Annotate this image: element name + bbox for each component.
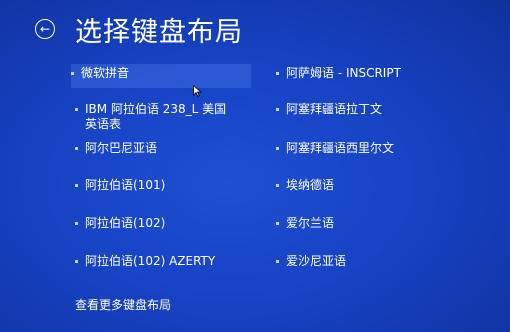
bullet-icon (75, 260, 78, 263)
bullet-icon (75, 108, 78, 111)
layout-option-azerbaijani-latin[interactable]: 阿塞拜疆语拉丁文 (276, 102, 382, 117)
option-label-group: IBM 阿拉伯语 238_L 美国 英语表 (85, 102, 226, 132)
layout-option-albanian[interactable]: 阿尔巴尼亚语 (75, 141, 157, 156)
option-label: 阿塞拜疆语拉丁文 (286, 102, 383, 116)
layout-option-estonian[interactable]: 爱沙尼亚语 (276, 254, 346, 269)
layout-option-assamese-inscript[interactable]: 阿萨姆语 - INSCRIPT (276, 66, 401, 81)
layout-option-irish[interactable]: 爱尔兰语 (276, 216, 334, 231)
bullet-icon (276, 147, 279, 150)
bullet-icon (75, 184, 78, 187)
mouse-pointer-icon (193, 85, 202, 97)
option-label: 爱沙尼亚语 (286, 254, 347, 268)
option-label: 阿拉伯语(102) (85, 216, 166, 230)
option-label: 阿尔巴尼亚语 (85, 141, 158, 155)
layout-option-azerbaijani-cyrillic[interactable]: 阿塞拜疆语西里尔文 (276, 141, 394, 156)
layout-option-microsoft-pinyin[interactable]: 微软拼音 (71, 64, 251, 88)
layout-option-ennad[interactable]: 埃纳德语 (276, 178, 334, 193)
option-label: 阿拉伯语(101) (85, 178, 166, 192)
option-label: 爱尔兰语 (286, 216, 335, 230)
option-label: 阿萨姆语 - INSCRIPT (286, 66, 401, 80)
arrow-left-icon: ← (39, 22, 51, 36)
option-label: 英语表 (85, 117, 122, 131)
option-label: 阿拉伯语(102) AZERTY (85, 254, 216, 268)
bullet-icon (276, 260, 279, 263)
layout-option-arabic-101[interactable]: 阿拉伯语(101) (75, 178, 165, 193)
page-title: 选择键盘布局 (75, 17, 243, 48)
bullet-icon (276, 108, 279, 111)
bullet-icon (276, 222, 279, 225)
option-label: IBM 阿拉伯语 238_L 美国 (85, 102, 227, 116)
layout-option-arabic-102-azerty[interactable]: 阿拉伯语(102) AZERTY (75, 254, 215, 269)
bullet-icon (276, 72, 279, 75)
bullet-icon (276, 184, 279, 187)
bullet-icon (75, 147, 78, 150)
option-label: 微软拼音 (81, 66, 130, 80)
layout-option-ibm-arabic-238l[interactable]: IBM 阿拉伯语 238_L 美国 英语表 (75, 102, 226, 132)
option-label: 埃纳德语 (286, 178, 335, 192)
layout-option-arabic-102[interactable]: 阿拉伯语(102) (75, 216, 165, 231)
bullet-icon (71, 72, 74, 75)
bullet-icon (75, 222, 78, 225)
back-button[interactable]: ← (35, 19, 55, 39)
more-layouts-link[interactable]: 查看更多键盘布局 (75, 296, 171, 313)
option-label: 阿塞拜疆语西里尔文 (286, 141, 395, 155)
